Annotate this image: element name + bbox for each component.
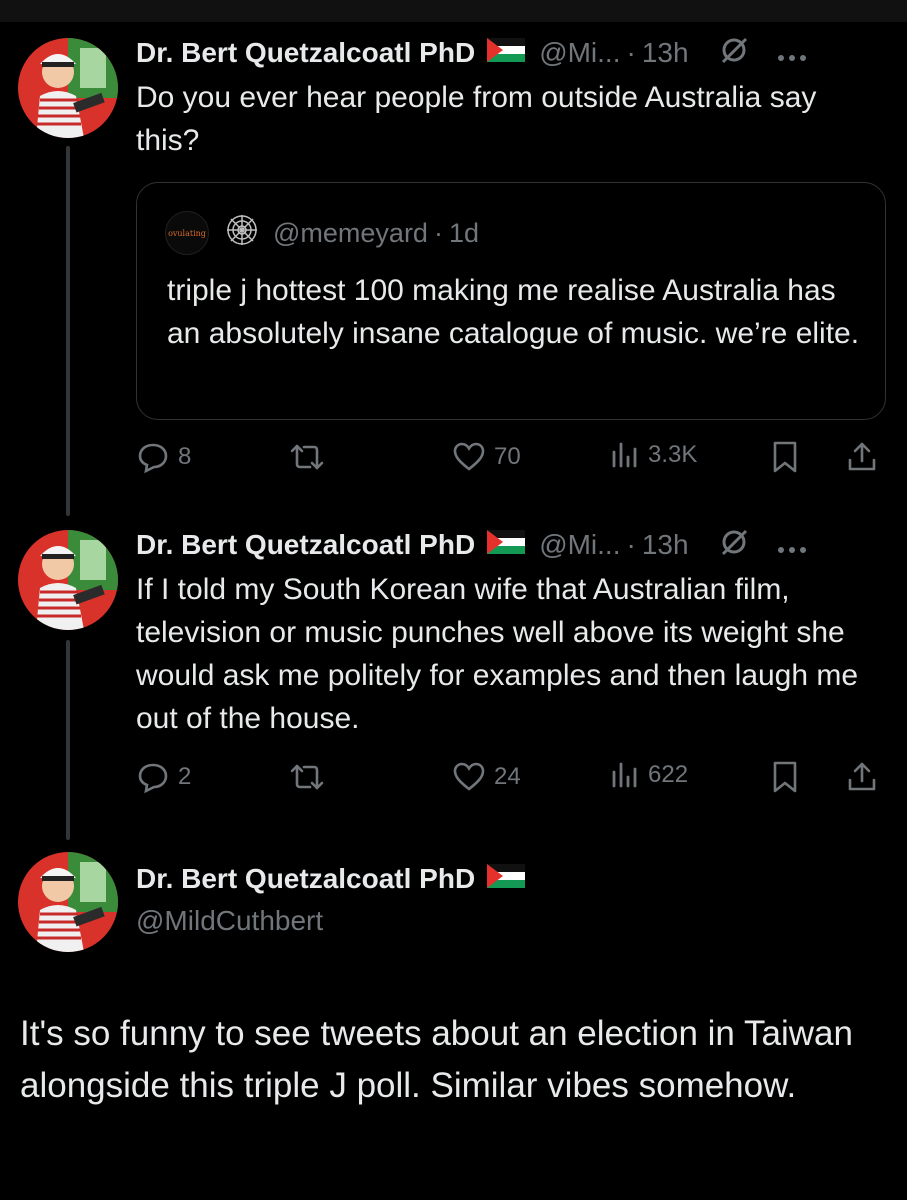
share-button[interactable] <box>846 440 878 474</box>
views-button[interactable]: 622 <box>610 760 688 790</box>
views-icon <box>610 760 640 790</box>
author-name[interactable]: Dr. Bert Quetzalcoatl PhD <box>136 37 475 69</box>
palestine-flag-icon <box>487 863 526 895</box>
retweet-icon <box>288 760 326 794</box>
handle-row: @MildCuthbert <box>136 904 888 938</box>
like-count: 70 <box>494 443 521 470</box>
reply-icon <box>136 760 170 794</box>
thread-line <box>66 146 70 516</box>
action-bar: 8 70 3.3K <box>136 440 888 480</box>
separator-dot: · <box>626 529 636 560</box>
separator-dot: · <box>433 217 443 248</box>
more-icon[interactable] <box>777 530 807 561</box>
more-icon[interactable] <box>777 38 807 69</box>
post-text: If I told my South Korean wife that Aust… <box>136 573 859 735</box>
like-count: 24 <box>494 763 521 790</box>
retweet-button[interactable] <box>288 760 326 794</box>
like-button[interactable]: 24 <box>452 760 521 794</box>
post-time[interactable]: 13h <box>642 529 689 561</box>
main-post-header[interactable]: Dr. Bert Quetzalcoatl PhD @MildCuthbert <box>136 862 888 938</box>
like-button[interactable]: 70 <box>452 440 521 474</box>
post-header: Dr. Bert Quetzalcoatl PhD <box>136 862 888 896</box>
post-text: Do you ever hear people from outside Aus… <box>136 81 817 157</box>
avatar[interactable] <box>18 38 118 138</box>
reply-button[interactable]: 8 <box>136 440 191 474</box>
post-header: Dr. Bert Quetzalcoatl PhD @Mi... · 13h <box>136 528 888 562</box>
quote-header: ovulating @memeyard · 1d <box>165 211 479 255</box>
palestine-flag-icon <box>487 529 526 561</box>
views-count: 622 <box>648 761 689 788</box>
post-header: Dr. Bert Quetzalcoatl PhD @Mi... · 13h <box>136 36 888 70</box>
quote-avatar[interactable]: ovulating <box>165 211 209 255</box>
bookmark-icon <box>770 760 800 794</box>
like-icon <box>452 760 486 794</box>
like-icon <box>452 440 486 474</box>
quote-handle[interactable]: @memeyard <box>273 218 428 249</box>
thread-line <box>66 640 70 840</box>
reply-icon <box>136 440 170 474</box>
reply-count: 8 <box>178 443 192 470</box>
avatar[interactable] <box>18 530 118 630</box>
grok-icon[interactable] <box>719 527 749 564</box>
quote-time[interactable]: 1d <box>449 218 479 249</box>
views-icon <box>610 440 640 470</box>
quoted-tweet[interactable]: ovulating @memeyard · 1d triple j hottes… <box>136 182 886 420</box>
author-name[interactable]: Dr. Bert Quetzalcoatl PhD <box>136 863 475 895</box>
author-handle[interactable]: @Mi... <box>539 529 620 561</box>
palestine-flag-icon <box>487 37 526 69</box>
share-button[interactable] <box>846 760 878 794</box>
thread-post-2[interactable]: Dr. Bert Quetzalcoatl PhD @Mi... · 13h I… <box>136 528 888 740</box>
reply-button[interactable]: 2 <box>136 760 191 794</box>
thread-post-1[interactable]: Dr. Bert Quetzalcoatl PhD @Mi... · 13h D… <box>136 36 888 162</box>
spiderweb-icon <box>225 213 259 254</box>
quote-text: triple j hottest 100 making me realise A… <box>167 274 860 350</box>
top-status-bar <box>0 0 907 22</box>
bookmark-icon <box>770 440 800 474</box>
reply-count: 2 <box>178 763 192 790</box>
action-bar: 2 24 622 <box>136 760 888 800</box>
share-icon <box>846 440 878 474</box>
author-handle-full[interactable]: @MildCuthbert <box>136 905 323 937</box>
post-time[interactable]: 13h <box>642 37 689 69</box>
author-name[interactable]: Dr. Bert Quetzalcoatl PhD <box>136 529 475 561</box>
views-count: 3.3K <box>648 441 698 468</box>
retweet-button[interactable] <box>288 440 326 474</box>
bookmark-button[interactable] <box>770 440 800 474</box>
main-post-text: It's so funny to see tweets about an ele… <box>20 1014 853 1105</box>
views-button[interactable]: 3.3K <box>610 440 697 470</box>
separator-dot: · <box>626 37 636 68</box>
share-icon <box>846 760 878 794</box>
retweet-icon <box>288 440 326 474</box>
quote-avatar-text: ovulating <box>168 229 206 238</box>
author-handle[interactable]: @Mi... <box>539 37 620 69</box>
bookmark-button[interactable] <box>770 760 800 794</box>
avatar[interactable] <box>18 852 118 952</box>
grok-icon[interactable] <box>719 35 749 72</box>
